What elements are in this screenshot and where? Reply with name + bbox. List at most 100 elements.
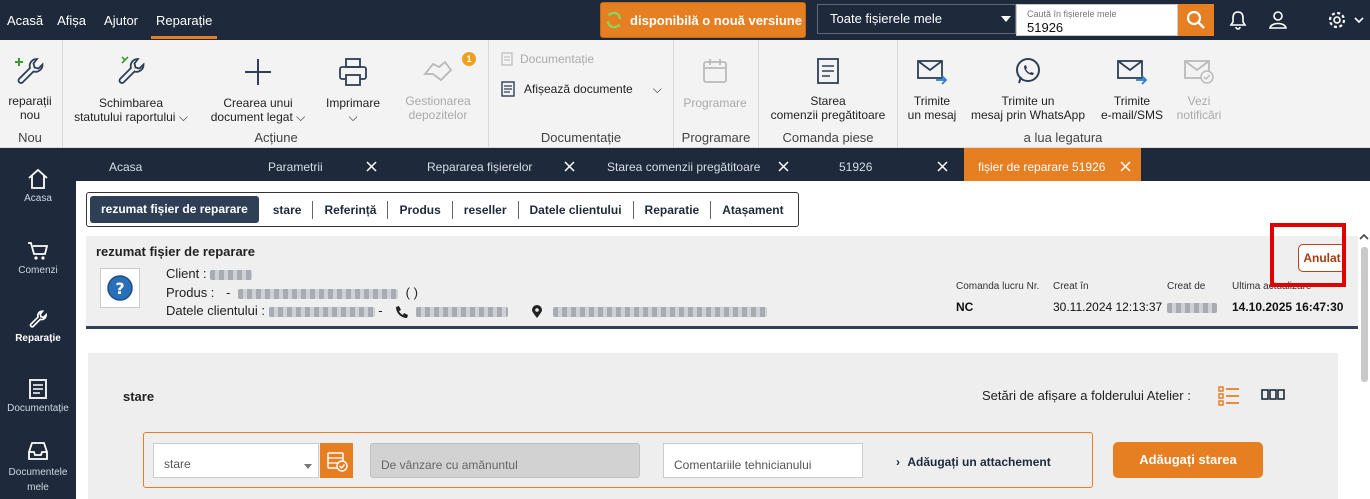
group-label-legatura: a lua legatura [1023,130,1103,145]
client-value-redacted [210,269,253,280]
send-email-label-1: Trimite [1113,94,1151,108]
product-value-redacted [238,288,399,299]
mail-check-icon [1184,60,1214,84]
product-label: Produs : [166,285,215,300]
status-picker-button[interactable] [320,443,353,478]
ribbon-separator [488,40,489,148]
show-documents-button[interactable]: Afișează documente ⌵ [500,81,662,97]
change-status-button[interactable]: Schimbarea statutului raportului ⌵ [68,54,194,124]
search-button[interactable] [1178,4,1214,36]
product-paren: ( ) [405,285,418,300]
menu-afisa[interactable]: Afișa [50,0,93,40]
tab-acasa[interactable]: Acasa [109,148,142,181]
files-filter-select[interactable]: Toate fișierele mele [817,4,1016,34]
subtab-produs[interactable]: Produs [388,200,453,219]
subtab-reparatie[interactable]: Reparatie [634,200,712,219]
sidebar-label: Documentele mele [8,467,68,493]
subtab-reseller[interactable]: reseller [453,200,519,219]
add-attachment-link[interactable]: › Adăugați un attachement [896,455,1051,469]
last-updated: 14.10.2025 16:47:30 [1232,300,1344,314]
close-icon[interactable] [937,161,948,172]
create-doc-label-2-text: document legat [210,110,293,124]
sidebar-item-comenzi[interactable]: Comenzi [0,240,76,276]
location-pin-icon [532,304,543,318]
tab-51926[interactable]: 51926 [839,148,872,181]
meta-label: Comanda lucru Nr. [956,281,1040,292]
new-version-button[interactable]: disponibilă o nouă versiune [600,2,806,38]
subtab-datele-clientului[interactable]: Datele clientului [519,200,634,219]
technician-comment-input[interactable]: Comentariile tehnicianului [663,443,863,478]
subtab-atasament[interactable]: Atașament [711,201,794,219]
close-icon[interactable] [1120,161,1131,172]
wrench-icon [29,310,47,328]
create-doc-label-1: Crearea unui [223,96,293,110]
sidebar-label: Acasa [24,193,52,204]
print-button[interactable]: Imprimare ⌵ [320,56,386,124]
handshake-icon [423,60,453,82]
close-icon[interactable] [778,161,789,172]
documentation-label: Documentație [520,52,595,66]
subtab-rezumat[interactable]: rezumat fișier de reparare [90,196,259,223]
list-view-icon[interactable] [1218,385,1240,407]
order-status-button[interactable]: Starea comenzii pregătitoare [762,56,894,122]
meta-label: Ultima actualizare [1232,281,1312,292]
tab-fisier-de-reparare[interactable]: fișier de reparare 51926 [964,148,1141,181]
create-linked-doc-button[interactable]: Crearea unui document legat ⌵ [200,56,316,124]
menu-ajutor[interactable]: Ajutor [97,0,145,40]
sidebar-item-documentatie[interactable]: Documentație [0,378,76,414]
show-documents-label: Afișează documente [524,82,633,96]
send-message-button[interactable]: Trimite un mesaj [900,56,964,122]
send-whatsapp-button[interactable]: Trimite un mesaj prin WhatsApp [966,56,1090,122]
tab-parametrii[interactable]: Parametrii [268,148,323,181]
chevron-down-icon[interactable] [1354,10,1364,30]
menu-acasa[interactable]: Acasă [0,0,50,40]
search-input[interactable]: Caută în fișierele mele 51926 [1016,4,1178,36]
group-label-actiune: Acțiune [254,130,298,145]
order-status-label-2: comenzii pregătitoare [770,108,886,122]
column-view-icon[interactable] [1261,389,1285,401]
svg-text:?: ? [115,279,124,298]
status-section-title: stare [123,389,155,404]
client-row: Client : [166,266,253,281]
add-status-button[interactable]: Adăugați starea [1113,442,1263,478]
scrollbar-thumb[interactable] [1361,247,1368,382]
created-by-redacted [1167,302,1217,313]
new-repair-label: reparații nou [8,94,52,122]
subtab-referinta[interactable]: Referință [313,200,389,219]
close-icon[interactable] [564,161,575,172]
ribbon-separator [62,40,63,148]
ribbon-separator [758,40,759,148]
document-list-icon [817,58,839,84]
document-icon [501,52,513,66]
plus-icon [245,59,271,85]
sidebar-item-reparatie[interactable]: Reparație [0,308,76,344]
meta-label: Creat de [1167,281,1206,292]
left-sidebar: Acasa Comenzi Reparație Documentație Doc… [0,148,76,499]
gear-icon[interactable] [1327,10,1347,30]
whatsapp-icon [1016,58,1040,84]
client-label: Client : [166,266,207,281]
sidebar-item-documentele-mele[interactable]: Documentele mele [0,440,76,495]
sidebar-item-acasa[interactable]: Acasa [0,168,76,204]
close-icon[interactable] [366,161,377,172]
ribbon: reparații nou Nou Schimbarea statutului … [0,40,1370,148]
search-icon [1186,10,1205,29]
status-select[interactable]: stare [153,443,319,478]
created-at: 30.11.2024 12:13:37 [1053,300,1163,314]
chevron-up-icon[interactable] [1358,231,1370,243]
calendar-icon [703,59,727,83]
user-icon[interactable] [1268,10,1288,30]
client-data-label: Datele clientului : [166,303,265,318]
main-menu: Acasă Afișa Ajutor Reparație [0,0,219,40]
subtab-stare[interactable]: stare [262,200,314,219]
send-email-sms-button[interactable]: Trimite e-mail/SMS [1100,56,1164,122]
question-icon: ? [107,275,133,301]
chevron-down-icon [1001,16,1011,22]
new-repair-button[interactable]: reparații nou [0,54,60,122]
sidebar-label: Documentație [7,403,69,414]
group-label-comanda: Comanda piese [782,130,874,145]
bell-icon[interactable] [1228,10,1248,30]
tab-repararea-fisierelor[interactable]: Repararea fișierelor [427,148,532,181]
menu-reparatie[interactable]: Reparație [149,0,219,40]
tab-starea-comenzii[interactable]: Starea comenzii pregătitoare [607,148,760,181]
